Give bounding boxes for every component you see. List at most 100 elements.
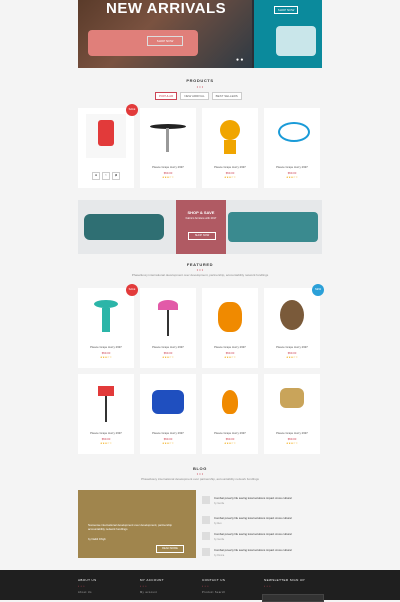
- product-price: $59.00: [163, 437, 173, 441]
- product-name[interactable]: Pleace Grape Hurry 2997: [140, 345, 196, 349]
- product-name[interactable]: Pleace Grape Hurry 2997: [264, 345, 320, 349]
- cart-icon[interactable]: ⊞: [92, 172, 100, 180]
- product-image-teal-stool[interactable]: [86, 294, 126, 338]
- section-divider: • • •: [196, 471, 204, 476]
- product-image-black-table[interactable]: [148, 114, 188, 158]
- product-image-white-chair[interactable]: [86, 114, 126, 158]
- product-card[interactable]: Pleace Grape Hurry 2997 $59.00 ★★★☆☆: [140, 374, 196, 454]
- post-thumbnail: [202, 548, 210, 556]
- products-tabs[interactable]: POPULAR NEW ARRIVAL BEST SELLERS: [155, 92, 242, 100]
- blog-featured-author: by Nadid Dhigh: [88, 538, 106, 541]
- promo-title: SHOP & SAVE: [187, 210, 215, 215]
- post-author: by Gentle: [214, 538, 225, 541]
- footer-link[interactable]: My account: [140, 591, 164, 594]
- product-image-floor-lamp[interactable]: [86, 380, 126, 424]
- hero-side-banner[interactable]: SHOP NOW: [254, 0, 322, 68]
- blog-featured-title[interactable]: Nonsense international development over …: [88, 523, 178, 531]
- product-image-gold-chair[interactable]: [272, 380, 312, 424]
- read-more-button[interactable]: READ MORE: [156, 545, 184, 553]
- product-rating: ★★★☆☆: [162, 356, 174, 359]
- footer-divider: • • •: [140, 584, 147, 588]
- product-card[interactable]: NEW Pleace Grape Hurry 2997 $59.00 ★★★☆☆: [264, 284, 324, 368]
- footer-link[interactable]: Product Search: [202, 591, 225, 594]
- product-image-pendant-lamp[interactable]: [210, 380, 250, 424]
- product-card[interactable]: SALE ⊞ ♡ ⇄: [78, 104, 138, 188]
- post-author: by Donna: [214, 554, 225, 557]
- product-name[interactable]: Pleace Grape Hurry 2997: [140, 431, 196, 435]
- sale-badge: SALE: [126, 284, 138, 296]
- product-name[interactable]: Pleace Grape Hurry 2997: [264, 431, 320, 435]
- tab-popular[interactable]: POPULAR: [155, 92, 178, 100]
- section-divider: • • •: [196, 267, 204, 272]
- product-image-blue-chair[interactable]: [272, 114, 312, 158]
- footer-divider: • • •: [78, 584, 85, 588]
- tab-best-sellers[interactable]: BEST SELLERS: [211, 92, 242, 100]
- product-rating: ★★★☆☆: [100, 356, 112, 359]
- sale-badge: SALE: [126, 104, 138, 116]
- shelf-image: [228, 212, 318, 242]
- product-price: $59.00: [225, 437, 235, 441]
- blog-subtitle: Phasellusxy international development ov…: [141, 477, 259, 481]
- product-card[interactable]: Pleace Grape Hurry 2997 $59.00 ★★★☆☆: [140, 288, 196, 368]
- product-price: $59.00: [287, 171, 297, 175]
- post-title[interactable]: Combat poverty life saving local solutio…: [214, 516, 318, 520]
- post-thumbnail: [202, 516, 210, 524]
- product-name[interactable]: Pleace Grape Hurry 2997: [264, 165, 320, 169]
- post-thumbnail: [202, 496, 210, 504]
- product-name[interactable]: Pleace Grape Hurry 2997: [202, 431, 258, 435]
- product-image-pink-lamp[interactable]: [148, 294, 188, 338]
- promo-shop-button[interactable]: SHOP NOW: [188, 232, 216, 240]
- promo-banner[interactable]: SHOP & SAVE Fabrico furniture with 2017 …: [78, 200, 322, 254]
- blog-post-item[interactable]: Combat poverty life saving local solutio…: [202, 494, 320, 512]
- slider-dots[interactable]: ● ●: [236, 57, 243, 63]
- product-rating: ★★★☆☆: [286, 356, 298, 359]
- footer-heading: ABOUT US: [78, 578, 97, 582]
- product-price: $59.00: [287, 351, 297, 355]
- new-badge: NEW: [312, 284, 324, 296]
- product-name[interactable]: Pleace Grape Hurry 2997: [78, 345, 134, 349]
- product-price: $59.00: [225, 351, 235, 355]
- product-name[interactable]: Pleace Grape Hurry 2997: [78, 431, 134, 435]
- product-card[interactable]: Pleace Grape Hurry 2997 $59.00 ★★★☆☆: [202, 108, 258, 188]
- product-card[interactable]: Pleace Grape Hurry 2997 $59.00 ★★★☆☆: [140, 108, 196, 188]
- product-image-rattan-chair[interactable]: [272, 294, 312, 338]
- product-card[interactable]: Pleace Grape Hurry 2997 $59.00 ★★★☆☆: [264, 108, 320, 188]
- product-name[interactable]: Pleace Grape Hurry 2997: [202, 345, 258, 349]
- hero-shop-button[interactable]: SHOP NOW: [147, 36, 183, 46]
- product-card[interactable]: Pleace Grape Hurry 2997 $59.00 ★★★☆☆: [78, 374, 134, 454]
- footer: ABOUT US • • • About Us MY ACCOUNT • • •…: [0, 570, 400, 602]
- blog-featured-post[interactable]: Nonsense international development over …: [78, 490, 196, 558]
- product-rating: ★★★☆☆: [224, 442, 236, 445]
- post-title[interactable]: Combat poverty life saving local solutio…: [214, 496, 318, 500]
- compare-icon[interactable]: ⇄: [112, 172, 120, 180]
- post-title[interactable]: Combat poverty life saving local solutio…: [214, 532, 318, 536]
- post-author: by Alex: [214, 522, 222, 525]
- tab-new-arrival[interactable]: NEW ARRIVAL: [180, 92, 209, 100]
- product-image-blue-armchair[interactable]: [148, 380, 188, 424]
- post-thumbnail: [202, 532, 210, 540]
- product-card[interactable]: Pleace Grape Hurry 2997 $59.00 ★★★☆☆: [202, 374, 258, 454]
- footer-col-newsletter: NEWSLETTER SIGN UP • • •: [264, 578, 305, 588]
- products-title: PRODUCTS: [186, 78, 214, 83]
- blog-post-item[interactable]: Combat poverty life saving local solutio…: [202, 546, 320, 564]
- product-image-orange-clock[interactable]: [210, 114, 250, 158]
- hero-side-button[interactable]: SHOP NOW: [274, 6, 298, 14]
- footer-link[interactable]: About Us: [78, 591, 96, 594]
- product-price: $59.00: [101, 351, 111, 355]
- product-rating: ★★★☆☆: [100, 442, 112, 445]
- product-price: $59.00: [287, 437, 297, 441]
- hero-slider[interactable]: NEW ARRIVALS SHOP NOW ● ● SHOP NOW: [78, 0, 322, 68]
- post-title[interactable]: Combat poverty life saving local solutio…: [214, 548, 318, 552]
- product-card[interactable]: SALE Pleace Grape Hurry 2997 $59.00 ★★★☆…: [78, 284, 138, 368]
- heart-icon[interactable]: ♡: [102, 172, 110, 180]
- product-image-orange-stool[interactable]: [210, 294, 250, 338]
- footer-heading: MY ACCOUNT: [140, 578, 164, 582]
- product-card[interactable]: Pleace Grape Hurry 2997 $59.00 ★★★☆☆: [202, 288, 258, 368]
- product-name[interactable]: Pleace Grape Hurry 2997: [202, 165, 258, 169]
- footer-divider: • • •: [202, 584, 209, 588]
- product-name[interactable]: Pleace Grape Hurry 2997: [140, 165, 196, 169]
- quick-actions[interactable]: ⊞ ♡ ⇄: [92, 172, 120, 180]
- product-card[interactable]: Pleace Grape Hurry 2997 $59.00 ★★★☆☆: [264, 374, 320, 454]
- footer-heading: NEWSLETTER SIGN UP: [264, 578, 305, 582]
- newsletter-input[interactable]: [262, 594, 324, 602]
